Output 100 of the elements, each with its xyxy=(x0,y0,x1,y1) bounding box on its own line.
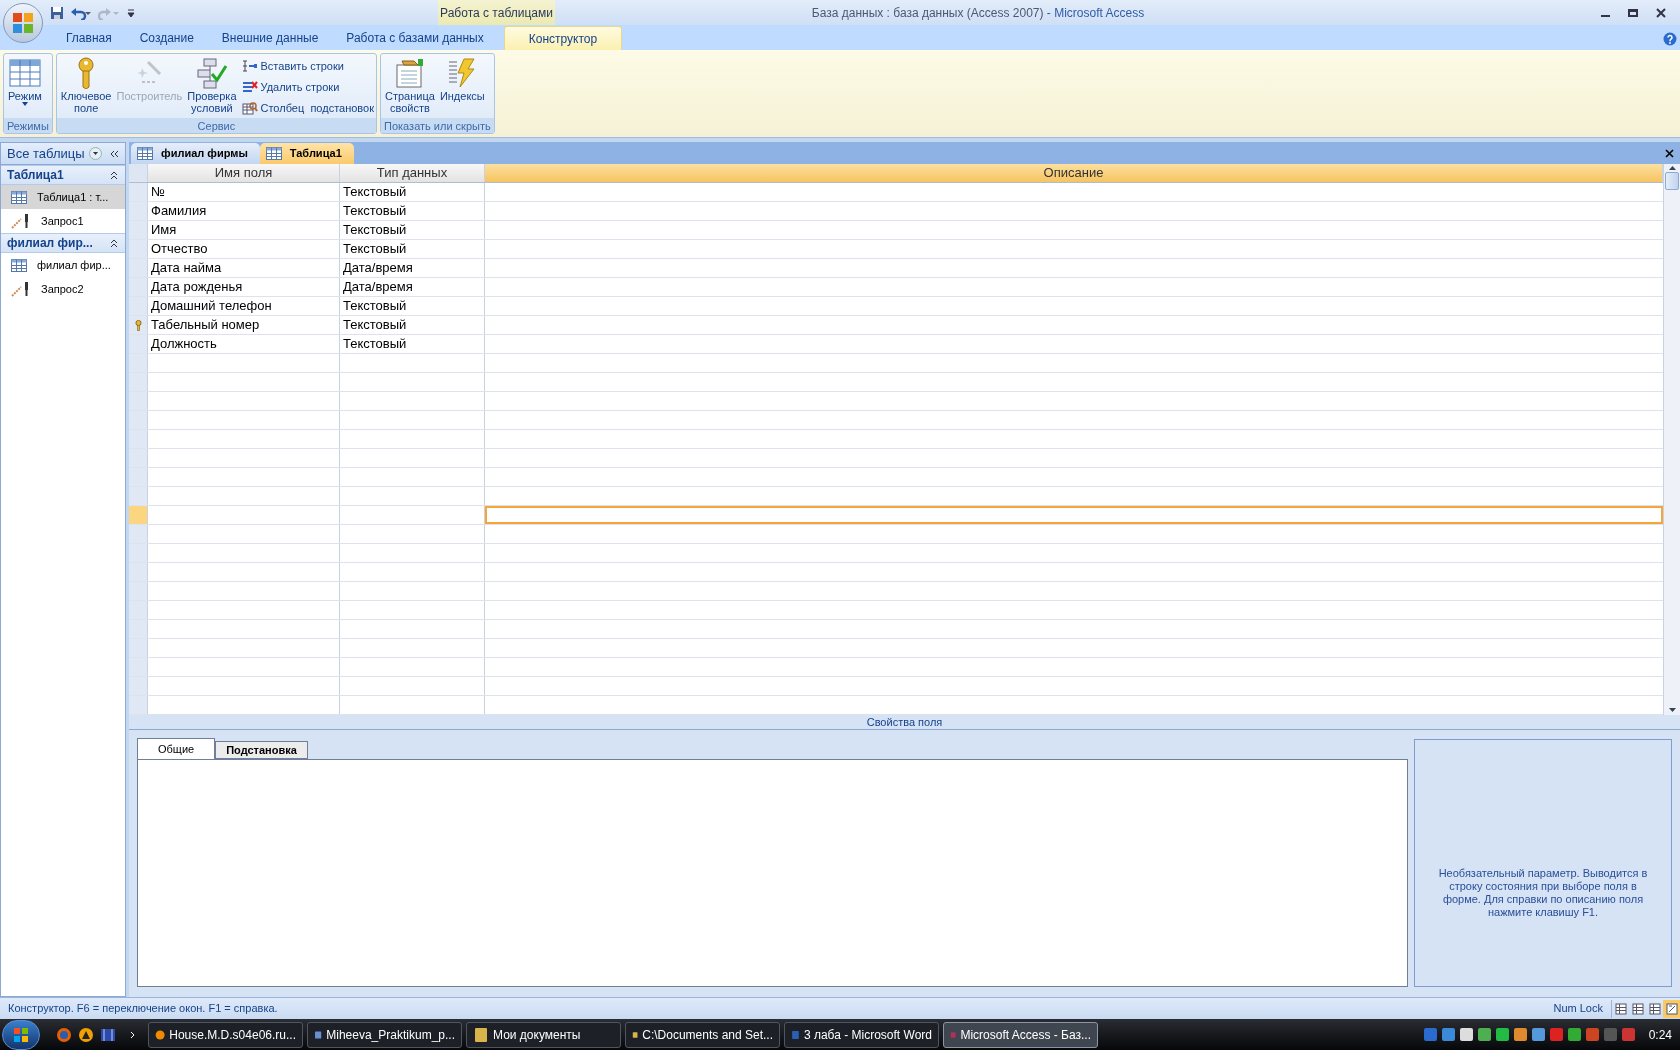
tray-icon[interactable] xyxy=(1494,1027,1510,1042)
browser-icon[interactable] xyxy=(56,1026,72,1043)
minimize-icon[interactable] xyxy=(1601,14,1610,17)
table-cell[interactable]: Табельный номер xyxy=(148,316,340,334)
ribbon-tab[interactable]: Конструктор xyxy=(503,26,623,50)
column-header[interactable]: Описание xyxy=(485,164,1663,182)
scroll-up-icon[interactable] xyxy=(1668,166,1676,170)
ribbon-button[interactable]: Ключевое поле xyxy=(58,56,114,118)
undo-icon[interactable] xyxy=(70,5,92,20)
table-icon xyxy=(265,147,282,160)
ribbon-tab[interactable]: Внешние данные xyxy=(207,26,333,50)
tray-icon[interactable] xyxy=(1476,1027,1492,1042)
property-tab[interactable]: Общие xyxy=(137,738,216,759)
windows-logo-icon xyxy=(13,1026,29,1043)
table-cell[interactable]: Фамилия xyxy=(148,202,340,220)
ribbon-group-label: Сервис xyxy=(56,118,376,133)
restore-icon[interactable] xyxy=(1628,8,1638,17)
ribbon-button[interactable]: Вставить строки xyxy=(241,56,374,76)
taskbar-button[interactable]: Microsoft Access - Баз... xyxy=(943,1021,1098,1048)
vertical-scrollbar[interactable] xyxy=(1663,164,1680,715)
help-icon[interactable] xyxy=(1663,32,1677,46)
ribbon-tab[interactable]: Создание xyxy=(125,26,208,50)
num-lock-indicator: Num Lock xyxy=(1552,1001,1604,1017)
document-tab[interactable]: филиал фирмы xyxy=(131,143,260,164)
table-cell[interactable]: Текстовый xyxy=(340,297,485,315)
tray-icon[interactable] xyxy=(1458,1027,1474,1042)
field-properties-title: Свойства поля xyxy=(129,715,1680,730)
table-cell[interactable]: Текстовый xyxy=(340,202,485,220)
table-cell[interactable]: Текстовый xyxy=(340,316,485,334)
table-cell[interactable]: Текстовый xyxy=(340,221,485,239)
delete-rows-icon xyxy=(241,80,258,94)
table-cell[interactable]: Текстовый xyxy=(340,335,485,353)
table-cell[interactable]: Отчество xyxy=(148,240,340,258)
table-cell[interactable]: Домашний телефон xyxy=(148,297,340,315)
table-cell[interactable]: Должность xyxy=(148,335,340,353)
navigation-pane-title[interactable]: Все таблицы xyxy=(7,143,85,164)
column-header[interactable]: Имя поля xyxy=(148,164,340,182)
navigation-group-header[interactable]: Таблица1 xyxy=(1,165,125,185)
table-cell[interactable]: Текстовый xyxy=(340,240,485,258)
taskbar-button[interactable]: C:\Documents and Set... xyxy=(625,1021,780,1048)
flowchart-check-icon xyxy=(195,57,228,89)
save-icon[interactable] xyxy=(50,5,64,20)
office-button[interactable] xyxy=(3,3,43,43)
taskbar-button[interactable]: Miheeva_Praktikum_p... xyxy=(307,1021,462,1048)
ribbon-tab[interactable]: Работа с базами данных xyxy=(332,26,498,50)
collapse-icon[interactable] xyxy=(109,170,119,180)
table-cell[interactable]: № xyxy=(148,183,340,201)
current-cell[interactable] xyxy=(485,506,1663,524)
table-cell[interactable]: Имя xyxy=(148,221,340,239)
navigation-item[interactable]: Запрос1 xyxy=(1,209,125,233)
table-cell[interactable]: Дата рожденья xyxy=(148,278,340,296)
close-icon[interactable] xyxy=(1665,149,1674,158)
clock[interactable]: 0:24 xyxy=(1648,1025,1672,1044)
warning-icon[interactable] xyxy=(78,1026,94,1043)
app-name: - Microsoft Access xyxy=(1045,4,1145,22)
tray-icon[interactable] xyxy=(1566,1027,1582,1042)
dropdown-icon[interactable] xyxy=(88,147,102,160)
film-icon[interactable] xyxy=(100,1026,116,1043)
table-cell[interactable]: Дата/время xyxy=(340,278,485,296)
navigation-item[interactable]: Запрос2 xyxy=(1,277,125,301)
property-sheet-icon xyxy=(393,57,426,89)
ribbon-button[interactable]: Удалить строки xyxy=(241,77,374,97)
taskbar-button[interactable]: House.M.D.s04e06.ru... xyxy=(148,1021,303,1048)
collapse-pane-icon[interactable] xyxy=(109,148,119,159)
close-icon[interactable] xyxy=(1656,7,1666,18)
table-cell[interactable]: Дата найма xyxy=(148,259,340,277)
collapse-icon[interactable] xyxy=(109,238,119,248)
table-view-icon xyxy=(8,58,41,88)
navigation-group-header[interactable]: филиал фир... xyxy=(1,233,125,253)
navigation-item[interactable]: Таблица1 : т... xyxy=(1,185,125,209)
document-tab[interactable]: Таблица1 xyxy=(259,143,354,164)
scroll-thumb[interactable] xyxy=(1665,172,1679,190)
navigation-item[interactable]: филиал фир... xyxy=(1,253,125,277)
dropdown-caret-icon xyxy=(21,102,28,106)
table-cell[interactable]: Дата/время xyxy=(340,259,485,277)
property-tab[interactable]: Подстановка xyxy=(215,741,308,759)
customize-toolbar-icon[interactable] xyxy=(126,7,136,18)
ribbon-button[interactable]: Индексы xyxy=(437,56,487,118)
start-button[interactable] xyxy=(2,1019,40,1050)
key-icon xyxy=(134,319,142,331)
row-selector[interactable] xyxy=(129,316,148,334)
status-text: Конструктор. F6 = переключение окон. F1 = справка. xyxy=(8,1001,278,1017)
design-view-icon[interactable] xyxy=(1663,999,1680,1018)
lookup-column-icon xyxy=(241,101,258,115)
chevron-right-icon[interactable] xyxy=(130,1030,136,1039)
ribbon-button[interactable]: Страница свойств xyxy=(383,56,437,118)
table-icon xyxy=(11,258,27,272)
tray-icon[interactable] xyxy=(1512,1027,1528,1042)
ribbon-button[interactable]: Проверка условий xyxy=(185,56,239,118)
ribbon-group-label: Режимы xyxy=(4,118,52,133)
ribbon-button[interactable]: Режим xyxy=(6,56,44,118)
table-icon xyxy=(11,190,27,204)
taskbar-button[interactable]: Мои документы xyxy=(466,1021,621,1048)
ribbon-button[interactable]: Столбец подстановок xyxy=(241,98,374,118)
taskbar-button[interactable]: 3 лаба - Microsoft Word xyxy=(784,1021,939,1048)
query-icon xyxy=(11,281,31,297)
scroll-down-icon[interactable] xyxy=(1668,708,1676,712)
table-cell[interactable]: Текстовый xyxy=(340,183,485,201)
tray-icon[interactable] xyxy=(1530,1027,1546,1042)
ribbon-tab[interactable]: Главная xyxy=(52,26,126,50)
